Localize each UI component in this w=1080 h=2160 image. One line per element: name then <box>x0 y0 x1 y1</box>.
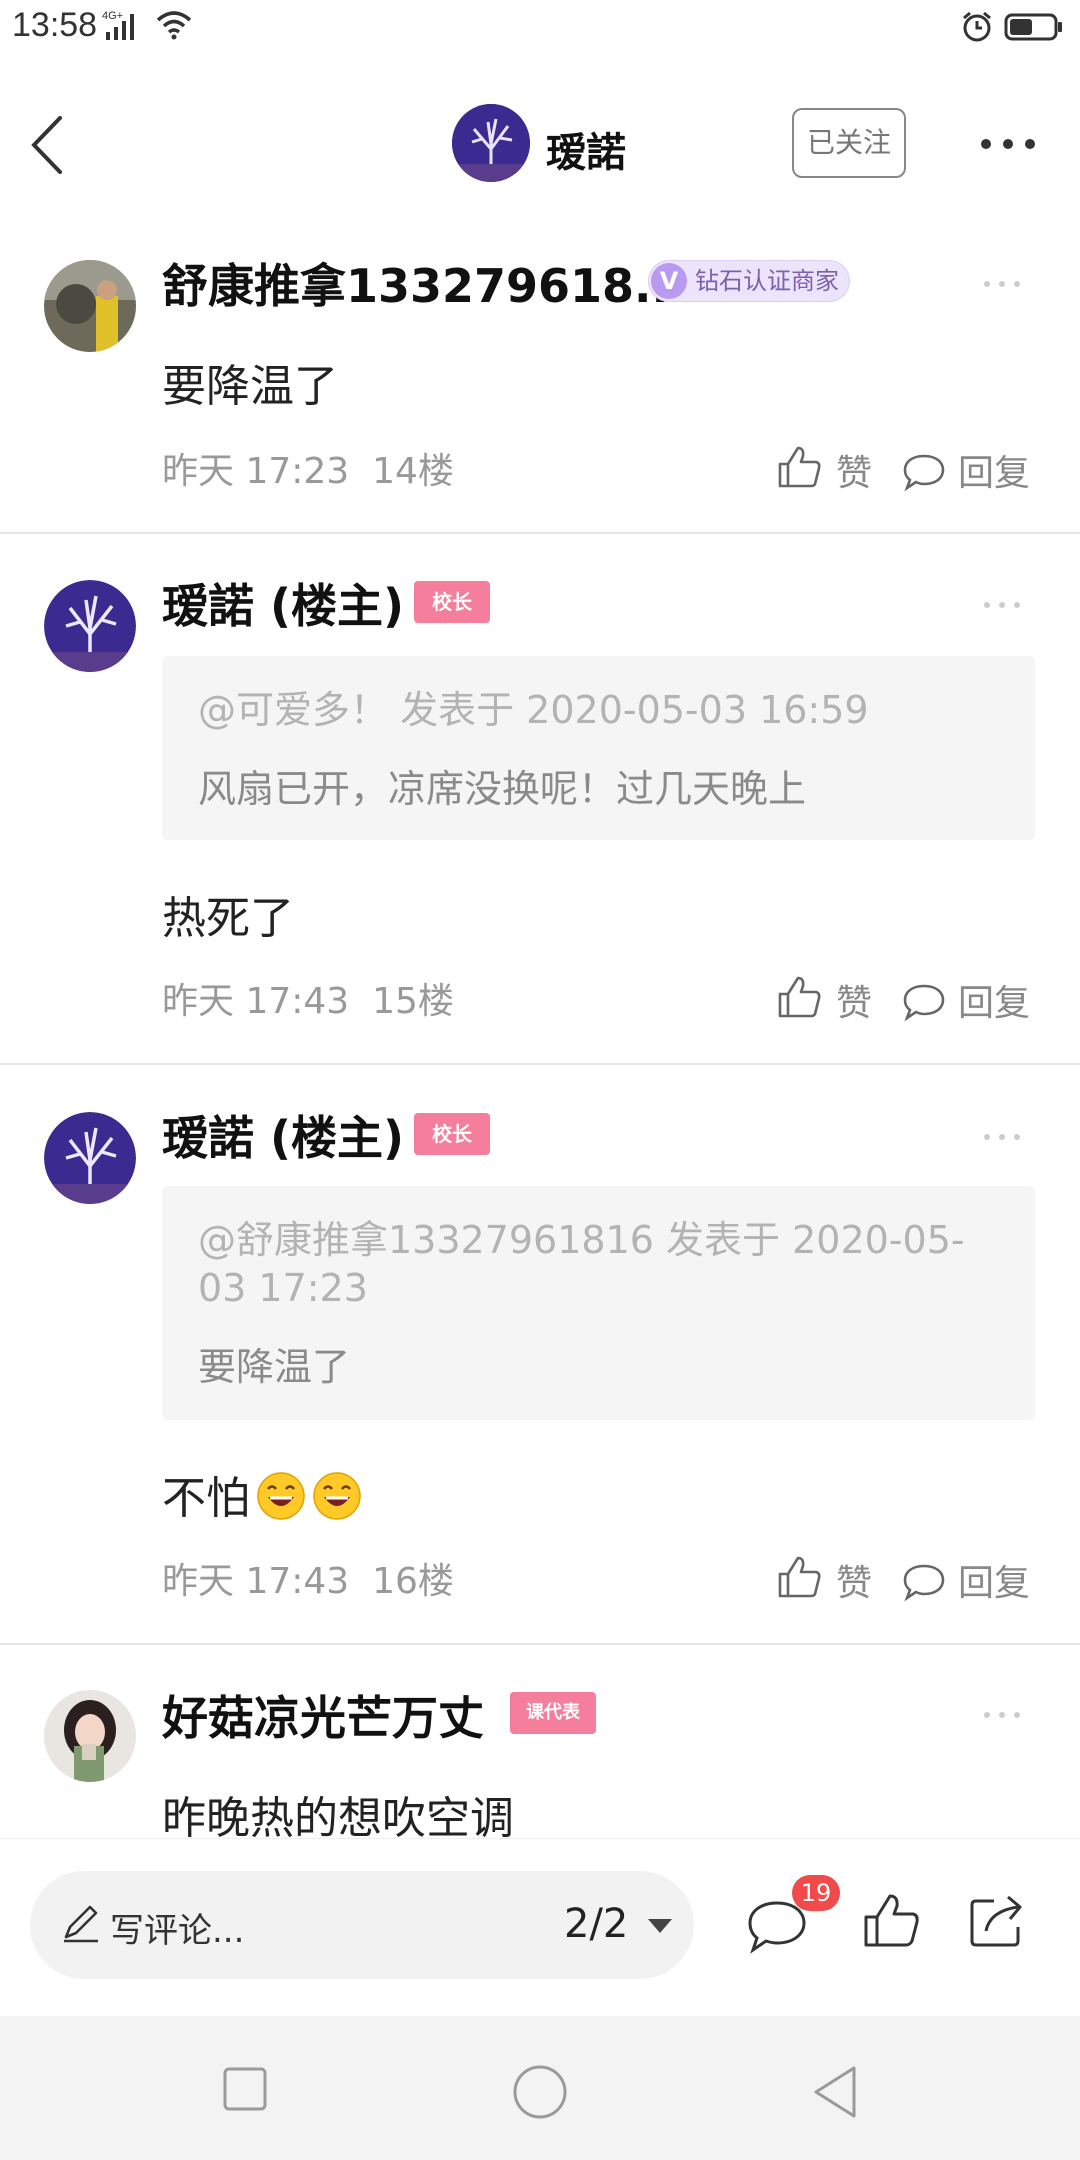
comment-more-icon[interactable] <box>982 279 1022 289</box>
comment-text-body: 不怕 <box>162 1473 250 1524</box>
comment-time: 昨天 17:23 <box>162 451 350 492</box>
divider <box>0 532 1080 534</box>
quote-header: @舒康推拿13327961816 发表于 2020-05-03 17:23 <box>198 1218 965 1310</box>
reply-icon[interactable] <box>902 452 946 492</box>
username[interactable]: 瑷諾 (楼主) <box>162 1102 404 1168</box>
comment-text: 不怕 <box>162 1462 362 1526</box>
follow-button[interactable]: 已关注 <box>792 108 906 178</box>
share-icon[interactable] <box>968 1893 1026 1949</box>
alarm-icon <box>963 11 991 42</box>
comment-placeholder: 写评论... <box>110 1911 245 1951</box>
reply-label[interactable]: 回复 <box>958 444 1030 496</box>
laughing-emoji-icon <box>257 1472 305 1520</box>
comment-meta: 昨天 17:43 15楼 <box>162 972 454 1024</box>
username[interactable]: 好菇凉光芒万丈 <box>162 1682 484 1748</box>
quoted-comment[interactable]: @舒康推拿13327961816 发表于 2020-05-03 17:23 要降… <box>162 1186 1035 1420</box>
role-badge: 校长 <box>414 1113 490 1155</box>
like-icon[interactable] <box>776 1554 822 1600</box>
laughing-emoji-icon <box>313 1472 361 1520</box>
username[interactable]: 舒康推拿133279618... <box>162 250 687 316</box>
comment-time: 昨天 17:43 <box>162 981 350 1022</box>
cellular-signal-icon: 4G+ <box>102 10 134 40</box>
page-indicator[interactable]: 2/2 <box>564 1901 628 1947</box>
comment-floor: 15楼 <box>372 981 454 1022</box>
more-options-icon[interactable] <box>980 136 1036 152</box>
thumbs-up-icon[interactable] <box>862 1891 920 1949</box>
quote-text: 风扇已开，凉席没换呢！过几天晚上 <box>198 767 807 811</box>
quoted-comment[interactable]: @可爱多！ 发表于 2020-05-03 16:59 风扇已开，凉席没换呢！过几… <box>162 656 1035 840</box>
comment-more-icon[interactable] <box>982 1710 1022 1720</box>
status-time: 13:58 <box>12 6 98 44</box>
bottom-action-bar: 写评论... 2/2 19 <box>0 1838 1080 2016</box>
network-type-label: 4G+ <box>102 10 123 22</box>
comment-more-icon[interactable] <box>982 1132 1022 1142</box>
reply-label[interactable]: 回复 <box>958 1554 1030 1606</box>
comment-text: 昨晚热的想吹空调 <box>162 1793 514 1844</box>
comment-time: 昨天 17:43 <box>162 1561 350 1602</box>
caret-down-icon[interactable] <box>646 1917 674 1935</box>
divider <box>0 1643 1080 1645</box>
comment-floor: 14楼 <box>372 451 454 492</box>
home-icon[interactable] <box>512 2064 568 2120</box>
nav-back-icon[interactable] <box>810 2064 860 2120</box>
like-label[interactable]: 赞 <box>836 1554 872 1606</box>
role-badge: 校长 <box>414 581 490 623</box>
top-header: 瑷諾 已关注 <box>0 80 1080 210</box>
verified-v-icon: V <box>651 263 687 299</box>
back-arrow-icon[interactable] <box>24 110 74 180</box>
comment-input[interactable]: 写评论... 2/2 <box>30 1871 694 1979</box>
recent-apps-icon[interactable] <box>222 2066 268 2112</box>
username[interactable]: 瑷諾 (楼主) <box>162 570 404 636</box>
header-author-name: 瑷諾 <box>546 130 626 176</box>
verified-merchant-badge: V 钻石认证商家 <box>648 260 850 302</box>
like-icon[interactable] <box>776 974 822 1020</box>
comment-count-badge: 19 <box>792 1875 840 1911</box>
user-avatar[interactable] <box>44 1112 136 1204</box>
reply-icon[interactable] <box>902 1562 946 1602</box>
reply-icon[interactable] <box>902 982 946 1022</box>
quote-header: @可爱多！ 发表于 2020-05-03 16:59 <box>198 688 869 732</box>
comment-floor: 16楼 <box>372 1561 454 1602</box>
author-avatar[interactable] <box>452 104 530 182</box>
comment-meta: 昨天 17:23 14楼 <box>162 442 454 494</box>
comment-more-icon[interactable] <box>982 600 1022 610</box>
user-avatar[interactable] <box>44 260 136 352</box>
comment-meta: 昨天 17:43 16楼 <box>162 1552 454 1604</box>
quote-text: 要降温了 <box>198 1345 351 1389</box>
battery-icon <box>1004 13 1062 41</box>
role-badge: 课代表 <box>510 1692 596 1734</box>
user-avatar[interactable] <box>44 1690 136 1782</box>
like-icon[interactable] <box>776 444 822 490</box>
system-nav-bar <box>0 2016 1080 2160</box>
pencil-icon <box>64 1905 98 1943</box>
comment-text: 热死了 <box>162 893 294 944</box>
like-label[interactable]: 赞 <box>836 974 872 1026</box>
divider <box>0 1063 1080 1065</box>
wifi-icon <box>156 11 192 40</box>
like-label[interactable]: 赞 <box>836 444 872 496</box>
status-bar: 13:58 4G+ <box>0 0 1080 56</box>
post-detail-screen: 13:58 4G+ 瑷諾 已关注 舒康推拿133279618... V 钻石认证… <box>0 0 1080 2160</box>
reply-label[interactable]: 回复 <box>958 974 1030 1026</box>
comment-text: 要降温了 <box>162 361 338 412</box>
badge-label: 钻石认证商家 <box>695 267 839 295</box>
user-avatar[interactable] <box>44 580 136 672</box>
